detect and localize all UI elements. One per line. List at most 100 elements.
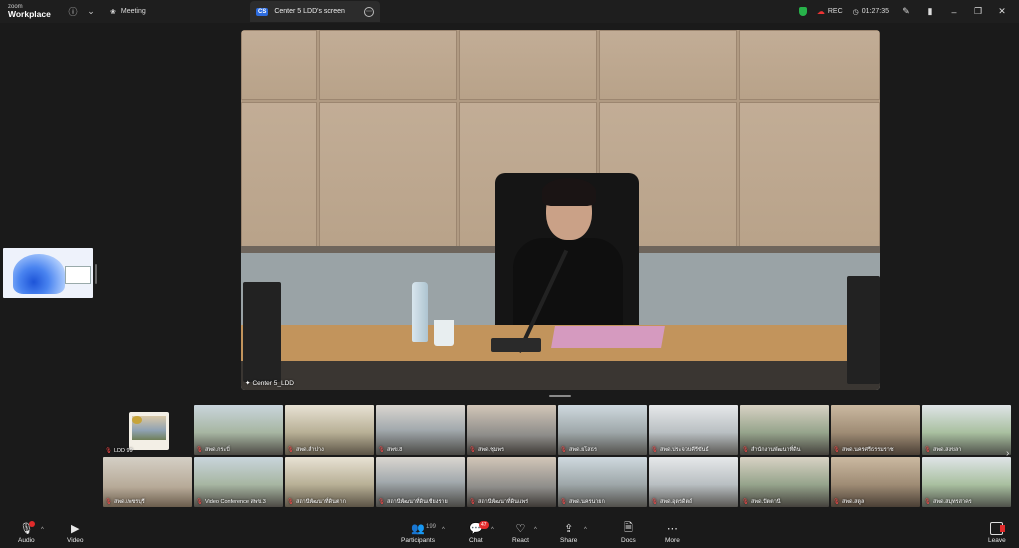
leave-label: Leave <box>988 537 1006 544</box>
tab-shared-screen[interactable]: CS Center 5 LDD's screen ⋯ <box>250 1 380 22</box>
participant-label: 🎙 สพด.ลำปาง <box>287 446 324 454</box>
share-caret-icon[interactable]: ^ <box>584 527 587 533</box>
participant-label: 🎙 สพด.ปัตตานี <box>742 498 781 506</box>
audio-alert-dot <box>29 521 35 527</box>
participant-tile[interactable]: 🎙 สถานีพัฒนาที่ดินแพร่ <box>467 457 556 507</box>
stage-name-label: ✦ Center 5_LDD <box>245 379 294 388</box>
participant-tile[interactable]: 🎙 สพด.ชุมพร <box>467 405 556 455</box>
minimize-button[interactable]: – <box>947 7 961 17</box>
participant-name: สพด.สมุทรสาคร <box>932 499 972 505</box>
participant-tile[interactable]: 🎙 สถานีพัฒนาที่ดินตาก <box>285 457 374 507</box>
participant-label: 🎙 สพด.นครนายก <box>560 498 605 506</box>
muted-mic-icon: 🎙 <box>287 447 294 453</box>
share-screen-icon: ⇪ <box>564 522 574 535</box>
meeting-timer[interactable]: ◷ 01:27:35 <box>853 8 889 16</box>
chevron-right-icon[interactable]: › <box>1006 448 1009 459</box>
leave-icon <box>990 520 1006 536</box>
audio-caret-icon[interactable]: ^ <box>41 527 44 533</box>
more-button[interactable]: ⋯ More <box>665 520 680 545</box>
close-button[interactable]: ✕ <box>995 6 1009 17</box>
chat-caret-icon[interactable]: ^ <box>491 527 494 533</box>
info-icon[interactable]: ⓘ <box>64 3 82 21</box>
participant-tile[interactable]: 🎙 สพด.กระบี่ <box>194 405 283 455</box>
muted-mic-icon: 🎙 <box>105 448 112 454</box>
participant-label: 🎙 สพด.ชุมพร <box>469 446 504 454</box>
encryption-shield-icon[interactable] <box>798 7 807 16</box>
participant-tile[interactable]: 🎙 สพด.ปัตตานี <box>740 457 829 507</box>
participant-tile[interactable]: 🎙 สพด.ประจวบคีรีขันธ์ <box>649 405 738 455</box>
docs-button[interactable]: 🗎 Docs <box>621 520 636 545</box>
participants-icon: 👥 <box>411 522 425 535</box>
wall-panel <box>319 102 457 252</box>
video-button[interactable]: ▶ Video <box>67 520 84 545</box>
recording-indicator[interactable]: ☁ REC <box>817 7 843 16</box>
participant-name: สพด.ประจวบคีรีขันธ์ <box>659 447 709 453</box>
participant-label: 🎙 LDD 99 <box>105 448 133 454</box>
muted-mic-icon: 🎙 <box>924 499 931 505</box>
table-front <box>241 361 880 390</box>
participant-tile[interactable]: 🎙 Video Conference สพข.3 <box>194 457 283 507</box>
tab-meeting[interactable]: ❀ Meeting <box>100 0 156 23</box>
participant-name: สพด.อุตรดิตถ์ <box>659 499 693 505</box>
gallery-resize-handle[interactable] <box>549 395 571 397</box>
self-screen-thumbnail[interactable] <box>3 248 93 298</box>
cloud-record-icon: ☁ <box>816 7 825 16</box>
documents <box>551 326 665 348</box>
monitor-left <box>243 282 281 382</box>
brand-main: Workplace <box>8 9 51 20</box>
thumbnail-drag-handle[interactable] <box>95 264 97 284</box>
participants-caret-icon[interactable]: ^ <box>442 527 445 533</box>
participant-tile[interactable]: 🎙 สพด.ลำปาง <box>285 405 374 455</box>
react-label: React <box>512 537 529 544</box>
more-options-icon[interactable]: ⋯ <box>364 6 374 17</box>
more-dots-icon: ⋯ <box>666 522 678 535</box>
participant-name: สพด.กระบี่ <box>204 447 230 453</box>
participant-tile[interactable]: 🎙 LDD 99 <box>103 405 192 455</box>
participant-label: 🎙 สถานีพัฒนาที่ดินเชียงราย <box>378 498 448 506</box>
participant-name: สพด.ยโสธร <box>568 447 597 453</box>
shared-screen-stage[interactable]: ✦ Center 5_LDD <box>241 30 880 390</box>
wall-panel <box>739 102 880 252</box>
participant-tile[interactable]: 🎙 สำนักงานพัฒนาที่ดิน <box>740 405 829 455</box>
share-tab-label: Center 5 LDD's screen <box>274 8 345 15</box>
cup <box>434 320 454 346</box>
participant-tile[interactable]: 🎙 สพด.เพชรบุรี <box>103 457 192 507</box>
muted-mic-icon: 🎙 <box>378 447 385 453</box>
paw-icon: ❀ <box>110 8 116 16</box>
muted-mic-icon: 🎙 <box>651 499 658 505</box>
participant-label: 🎙 สำนักงานพัฒนาที่ดิน <box>742 446 800 454</box>
wall-panel <box>319 30 457 100</box>
react-caret-icon[interactable]: ^ <box>534 527 537 533</box>
participant-name: สพด.สงขลา <box>932 447 962 453</box>
participant-tile[interactable]: 🎙 สพด.นครศรีธรรมราช <box>831 405 920 455</box>
pin-icon: ✦ <box>245 380 251 387</box>
participant-tile[interactable]: 🎙 สพด.สงขลา <box>922 405 1011 455</box>
participant-tile[interactable]: 🎙 สพข.8 <box>376 405 465 455</box>
monitor-right <box>847 276 880 384</box>
participant-tile[interactable]: 🎙 สพด.ยโสธร <box>558 405 647 455</box>
participant-name: LDD 99 <box>113 448 133 454</box>
participant-tile[interactable]: 🎙 สถานีพัฒนาที่ดินเชียงราย <box>376 457 465 507</box>
pen-icon[interactable]: ✎ <box>899 6 913 17</box>
participant-label: 🎙 สพด.ยโสธร <box>560 446 597 454</box>
participant-name: สพด.เพชรบุรี <box>113 499 145 505</box>
react-button[interactable]: ♡ React <box>512 520 529 545</box>
muted-mic-icon: 🎙 <box>651 447 658 453</box>
more-label: More <box>665 537 680 544</box>
windows-bloom-wallpaper <box>13 254 65 294</box>
participant-tile[interactable]: 🎙 สพด.นครนายก <box>558 457 647 507</box>
layout-icon[interactable]: ▮ <box>923 6 937 17</box>
participant-name: สพข.8 <box>386 447 403 453</box>
participant-name: สพด.นครศรีธรรมราช <box>841 447 894 453</box>
participant-tile[interactable]: 🎙 สพด.อุตรดิตถ์ <box>649 457 738 507</box>
wall-panel <box>599 30 737 100</box>
participant-tile[interactable]: 🎙 สพด.สตูล <box>831 457 920 507</box>
participant-tile[interactable]: 🎙 สพด.สมุทรสาคร <box>922 457 1011 507</box>
muted-mic-icon: 🎙 <box>105 499 112 505</box>
share-button[interactable]: ⇪ Share <box>560 520 577 545</box>
chevron-down-icon[interactable]: ⌄ <box>82 3 100 21</box>
titlebar-right: ☁ REC ◷ 01:27:35 ✎ ▮ – ❐ ✕ <box>798 0 1019 23</box>
restore-button[interactable]: ❐ <box>971 6 985 17</box>
document-icon: 🗎 <box>623 521 633 534</box>
leave-button[interactable]: Leave <box>988 520 1006 544</box>
